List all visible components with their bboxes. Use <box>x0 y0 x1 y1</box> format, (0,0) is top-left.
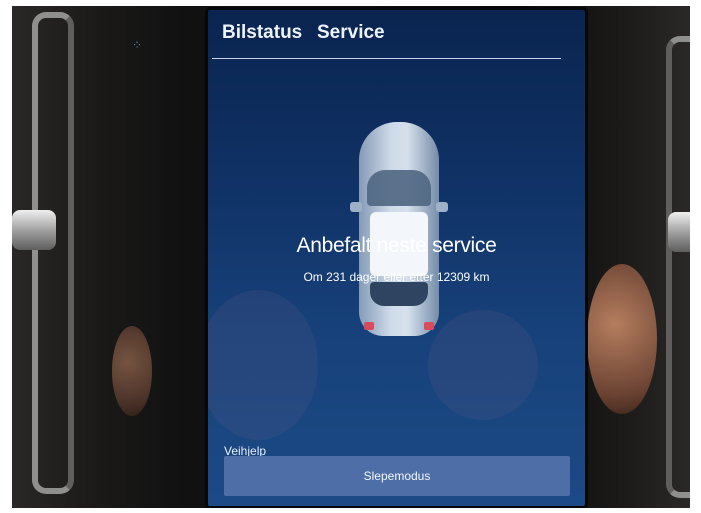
left-air-vent <box>32 12 74 494</box>
tab-bilstatus[interactable]: Bilstatus <box>222 22 302 44</box>
car-taillight-right <box>424 322 434 330</box>
right-vent-knob <box>668 212 690 252</box>
car-taillight-left <box>364 322 374 330</box>
car-mirror-right <box>436 202 448 212</box>
infotainment-screen: Bilstatus Service Anbefalt neste service… <box>208 10 585 506</box>
car-top-view-icon <box>350 122 448 336</box>
reflection-hand-left <box>112 326 152 416</box>
service-notice-title: Anbefalt neste service <box>296 234 497 257</box>
car-windshield <box>367 170 431 206</box>
left-vent-knob <box>12 210 56 250</box>
photographer-hand <box>587 264 657 414</box>
car-rear-window <box>370 282 428 306</box>
dashboard-photo: ⁘ Bilstatus Service Anbefalt neste servi… <box>12 6 690 508</box>
tow-mode-button[interactable]: Slepemodus <box>224 456 570 496</box>
service-notice-subtitle: Om 231 dager eller etter 12309 km <box>303 270 490 284</box>
screen-reflection <box>208 290 318 440</box>
tab-divider <box>212 58 561 59</box>
car-mirror-left <box>350 202 362 212</box>
dashboard-indicator-icon: ⁘ <box>132 38 145 52</box>
tab-service[interactable]: Service <box>317 22 385 44</box>
right-air-vent <box>666 36 690 498</box>
